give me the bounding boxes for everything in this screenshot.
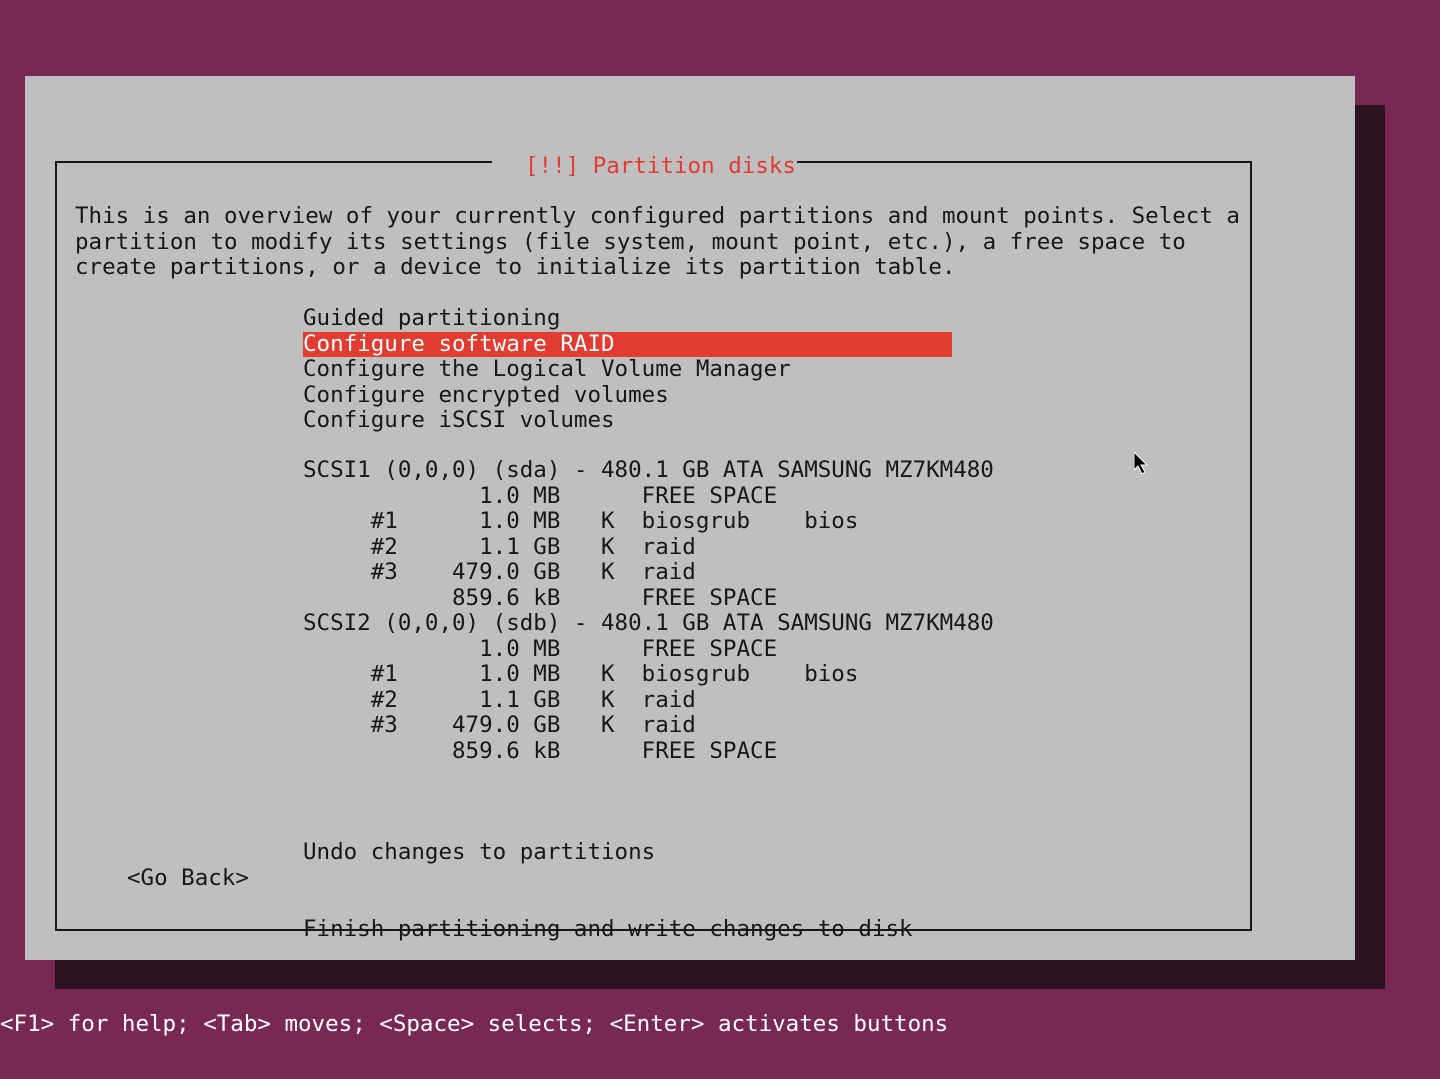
partition-row[interactable]: #3 479.0 GB K raid	[303, 713, 994, 739]
menu-item-configure-encrypted-volumes[interactable]: Configure encrypted volumes	[303, 383, 952, 409]
undo-changes-item[interactable]: Undo changes to partitions	[303, 840, 913, 866]
finish-partitioning-item[interactable]: Finish partitioning and write changes to…	[303, 917, 913, 943]
menu-item-configure-software-raid[interactable]: Configure software RAID	[303, 332, 952, 358]
main-menu: Guided partitioningConfigure software RA…	[303, 306, 952, 434]
disk-list: SCSI1 (0,0,0) (sda) - 480.1 GB ATA SAMSU…	[303, 458, 994, 764]
free-space-row[interactable]: 1.0 MB FREE SPACE	[303, 637, 994, 663]
bottom-menu: Undo changes to partitions Finish partit…	[303, 789, 913, 993]
free-space-row[interactable]: 1.0 MB FREE SPACE	[303, 484, 994, 510]
menu-item-configure-iscsi-volumes[interactable]: Configure iSCSI volumes	[303, 408, 952, 434]
dialog-title: [!!] Partition disks	[525, 154, 796, 180]
free-space-row[interactable]: 859.6 kB FREE SPACE	[303, 739, 994, 765]
instructions-text: This is an overview of your currently co…	[75, 204, 1245, 281]
footer-help-text: <F1> for help; <Tab> moves; <Space> sele…	[0, 1012, 1440, 1038]
free-space-row[interactable]: 859.6 kB FREE SPACE	[303, 586, 994, 612]
menu-item-configure-the-logical-volume-manager[interactable]: Configure the Logical Volume Manager	[303, 357, 952, 383]
partition-row[interactable]: #2 1.1 GB K raid	[303, 688, 994, 714]
disk-header[interactable]: SCSI1 (0,0,0) (sda) - 480.1 GB ATA SAMSU…	[303, 458, 994, 484]
partition-row[interactable]: #1 1.0 MB K biosgrub bios	[303, 509, 994, 535]
disk-header[interactable]: SCSI2 (0,0,0) (sdb) - 480.1 GB ATA SAMSU…	[303, 611, 994, 637]
partition-row[interactable]: #2 1.1 GB K raid	[303, 535, 994, 561]
partition-row[interactable]: #3 479.0 GB K raid	[303, 560, 994, 586]
menu-item-guided-partitioning[interactable]: Guided partitioning	[303, 306, 952, 332]
partition-dialog: [!!] Partition disks This is an overview…	[25, 76, 1355, 960]
partition-row[interactable]: #1 1.0 MB K biosgrub bios	[303, 662, 994, 688]
go-back-button[interactable]: <Go Back>	[127, 866, 249, 892]
